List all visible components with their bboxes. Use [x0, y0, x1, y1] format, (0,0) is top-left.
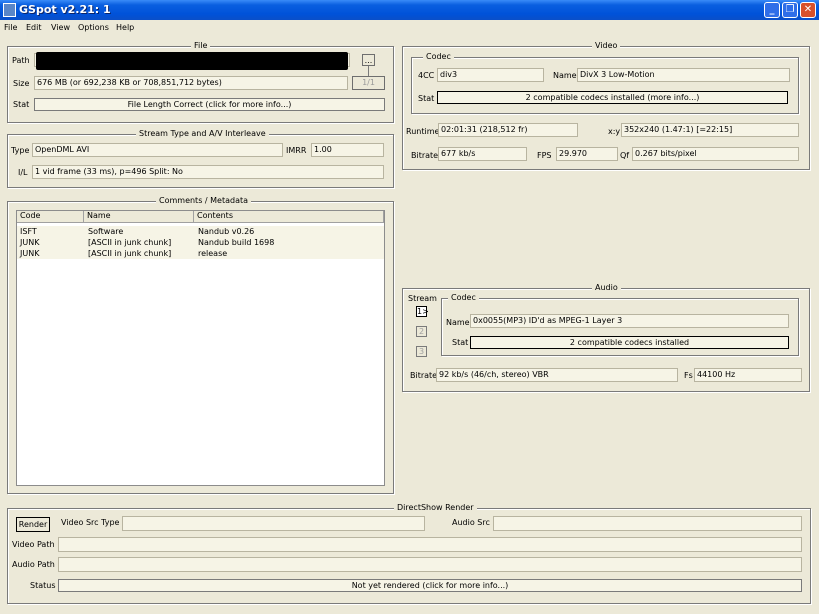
stream-type-legend: Stream Type and A/V Interleave — [136, 129, 269, 139]
fourcc-field: div3 — [437, 68, 544, 82]
app-icon[interactable] — [3, 3, 16, 17]
row-code: JUNK — [20, 238, 40, 247]
window-title: GSpot v2.21: 1 — [19, 3, 111, 16]
row-contents: Nandub v0.26 — [198, 227, 255, 236]
type-field: OpenDML AVI — [32, 143, 283, 157]
qf-field: 0.267 bits/pixel — [632, 147, 799, 161]
fourcc-label: 4CC — [418, 71, 435, 80]
row-contents: Nandub build 1698 — [198, 238, 275, 247]
fps-field: 29.970 — [556, 147, 618, 161]
audio-stat-button[interactable]: 2 compatible codecs installed — [470, 336, 789, 349]
runtime-label: Runtime — [406, 127, 440, 136]
column-header-code[interactable]: Code — [17, 211, 84, 223]
row-name: [ASCII in junk chunk] — [88, 238, 172, 247]
menu-file[interactable]: File — [4, 23, 17, 32]
page-indicator[interactable]: 1/1 — [352, 76, 385, 90]
audio-path-field — [58, 557, 802, 572]
video-path-label: Video Path — [12, 540, 55, 549]
video-name-label: Name — [553, 71, 577, 80]
maximize-button[interactable]: ❐ — [782, 2, 798, 18]
video-stat-button[interactable]: 2 compatible codecs installed (more info… — [437, 91, 788, 104]
status-label: Status — [30, 581, 56, 590]
stream-button-3[interactable]: 3 — [416, 346, 427, 357]
connector-line — [368, 66, 369, 76]
stream-label: Stream — [408, 294, 437, 303]
video-name-field: DivX 3 Low-Motion — [577, 68, 790, 82]
stream-button-1[interactable]: 1> — [416, 306, 429, 317]
render-button[interactable]: Render — [16, 517, 50, 532]
stream-button-2[interactable]: 2 — [416, 326, 427, 337]
video-src-type-field — [122, 516, 425, 531]
imrr-label: IMRR — [286, 146, 307, 155]
minimize-button[interactable]: _ — [764, 2, 780, 18]
row-contents: release — [198, 249, 228, 258]
qf-label: Qf — [620, 151, 630, 160]
video-bitrate-field: 677 kb/s — [438, 147, 527, 161]
fs-field: 44100 Hz — [694, 368, 802, 382]
redaction-bar — [36, 52, 348, 70]
video-src-type-label: Video Src Type — [61, 518, 120, 527]
menu-view[interactable]: View — [51, 23, 70, 32]
render-legend: DirectShow Render — [394, 503, 477, 513]
file-legend: File — [191, 41, 211, 51]
size-label: Size — [13, 79, 30, 88]
imrr-field: 1.00 — [311, 143, 384, 157]
fps-label: FPS — [537, 151, 552, 160]
comments-legend: Comments / Metadata — [156, 196, 252, 206]
audio-name-label: Name — [446, 318, 470, 327]
size-field: 676 MB (or 692,238 KB or 708,851,712 byt… — [34, 76, 348, 90]
menu-help[interactable]: Help — [116, 23, 134, 32]
file-stat-button[interactable]: File Length Correct (click for more info… — [34, 98, 385, 111]
audio-bitrate-field: 92 kb/s (46/ch, stereo) VBR — [436, 368, 678, 382]
title-bar[interactable] — [0, 0, 819, 20]
il-label: I/L — [18, 168, 28, 177]
menu-options[interactable]: Options — [78, 23, 109, 32]
xy-field: 352x240 (1.47:1) [=22:15] — [621, 123, 799, 137]
browse-button[interactable]: ... — [362, 54, 375, 66]
row-name: [ASCII in junk chunk] — [88, 249, 172, 258]
path-label: Path — [12, 56, 30, 65]
video-codec-group — [411, 57, 799, 114]
audio-path-label: Audio Path — [12, 560, 55, 569]
audio-name-field: 0x0055(MP3) ID'd as MPEG-1 Layer 3 — [470, 314, 789, 328]
audio-legend: Audio — [592, 283, 621, 293]
audio-codec-legend: Codec — [448, 293, 479, 303]
row-name: Software — [88, 227, 124, 236]
fs-label: Fs — [684, 371, 693, 380]
status-button[interactable]: Not yet rendered (click for more info...… — [58, 579, 802, 592]
il-field: 1 vid frame (33 ms), p=496 Split: No — [32, 165, 384, 179]
row-code: JUNK — [20, 249, 40, 258]
xy-label: x:y — [608, 127, 621, 136]
file-stat-label: Stat — [13, 100, 30, 109]
row-code: ISFT — [20, 227, 37, 236]
audio-src-field — [493, 516, 802, 531]
audio-bitrate-label: Bitrate — [410, 371, 438, 380]
audio-src-label: Audio Src — [452, 518, 490, 527]
type-label: Type — [11, 146, 30, 155]
video-path-field — [58, 537, 802, 552]
video-legend: Video — [592, 41, 621, 51]
runtime-field: 02:01:31 (218,512 fr) — [438, 123, 578, 137]
video-bitrate-label: Bitrate — [411, 151, 439, 160]
close-button[interactable]: ✕ — [800, 2, 816, 18]
audio-stat-label: Stat — [452, 338, 469, 347]
menu-edit[interactable]: Edit — [26, 23, 42, 32]
column-header-contents[interactable]: Contents — [194, 211, 384, 223]
video-stat-label: Stat — [418, 94, 435, 103]
video-codec-legend: Codec — [423, 52, 454, 62]
column-header-name[interactable]: Name — [84, 211, 194, 223]
